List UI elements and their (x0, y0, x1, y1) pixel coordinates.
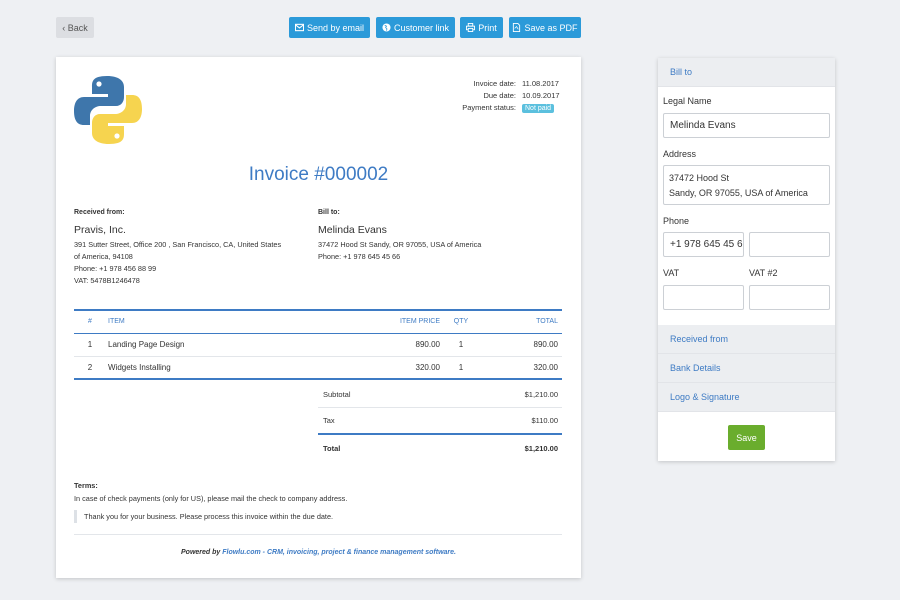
bill-to-heading: Bill to: (318, 209, 340, 216)
table-header-row: # ITEM ITEM PRICE QTY TOTAL (74, 309, 562, 334)
row-total: 320.00 (482, 356, 562, 380)
received-from-name: Pravis, Inc. (74, 224, 126, 236)
row-item: Landing Page Design (106, 333, 340, 357)
col-num: # (74, 309, 106, 334)
save-button[interactable]: Save (728, 425, 765, 450)
row-total: 890.00 (482, 333, 562, 357)
send-by-email-label: Send by email (306, 22, 365, 33)
bill-to-editor-panel: Bill to Legal Name Melinda Evans Address… (658, 58, 835, 461)
pdf-icon (513, 23, 521, 32)
send-by-email-button[interactable]: Send by email (289, 17, 370, 38)
line-items-table: # ITEM ITEM PRICE QTY TOTAL 1 Landing Pa… (74, 309, 562, 380)
powered-by-prefix: Powered by (181, 549, 223, 556)
received-from-heading: Received from: (74, 209, 125, 216)
col-total: TOTAL (482, 309, 562, 334)
row-num: 2 (74, 356, 106, 380)
thank-you-note: Thank you for your business. Please proc… (74, 510, 333, 523)
payment-status-label: Payment status: (462, 102, 516, 112)
tax-value: $110.00 (531, 416, 558, 425)
invoice-title: Invoice #000002 (248, 164, 389, 185)
legal-name-field[interactable]: Melinda Evans (663, 113, 830, 138)
subtotal-row: Subtotal $1,210.00 (318, 381, 562, 408)
terms-block: Terms: In case of check payments (only f… (74, 481, 347, 503)
print-label: Print (478, 22, 497, 33)
back-button[interactable]: ‹ Back (56, 17, 94, 38)
terms-text: In case of check payments (only for US),… (74, 494, 348, 503)
bill-to-address: 37472 Hood St Sandy, OR 97055, USA of Am… (318, 240, 482, 249)
globe-icon (382, 23, 391, 32)
received-from-address: 391 Sutter Street, Office 200 , San Fran… (74, 240, 282, 249)
legal-name-label: Legal Name (663, 96, 712, 106)
phone-field[interactable]: +1 978 645 45 66 (663, 232, 744, 257)
total-row: Total $1,210.00 (318, 435, 562, 462)
customer-link-label: Customer link (393, 22, 449, 33)
row-qty: 1 (440, 356, 482, 380)
row-num: 1 (74, 333, 106, 357)
received-from-address-cont: of America, 94108 (74, 252, 133, 261)
address-line-2: Sandy, OR 97055, USA of America (669, 188, 808, 198)
customer-link-button[interactable]: Customer link (376, 17, 455, 38)
save-as-pdf-button[interactable]: Save as PDF (509, 17, 581, 38)
section-bill-to[interactable]: Bill to (658, 58, 835, 87)
print-button[interactable]: Print (460, 17, 503, 38)
received-from-phone: Phone: +1 978 456 88 99 (74, 264, 157, 273)
received-from-vat: VAT: 5478B1246478 (74, 276, 140, 285)
row-item: Widgets Installing (106, 356, 340, 380)
save-as-pdf-label: Save as PDF (524, 22, 578, 33)
section-received-from[interactable]: Received from (658, 325, 835, 354)
col-qty: QTY (440, 309, 482, 334)
subtotal-label: Subtotal (323, 389, 351, 399)
invoice-date-label: Invoice date: (473, 78, 516, 88)
due-date-row: Due date: 10.09.2017 (462, 89, 561, 101)
tax-label: Tax (323, 416, 335, 425)
row-price: 320.00 (340, 356, 440, 380)
table-row: 1 Landing Page Design 890.00 1 890.00 (74, 333, 562, 357)
row-price: 890.00 (340, 333, 440, 357)
phone-field-2[interactable] (749, 232, 830, 257)
vat2-field[interactable] (749, 285, 830, 310)
terms-heading: Terms: (74, 481, 98, 490)
table-row: 2 Widgets Installing 320.00 1 320.00 (74, 356, 562, 380)
total-value: $1,210.00 (524, 444, 558, 453)
envelope-icon (294, 23, 304, 32)
due-date-label: Due date: (483, 90, 516, 100)
invoice-date-row: Invoice date: 11.08.2017 (462, 77, 561, 89)
bill-to-name: Melinda Evans (318, 224, 387, 236)
totals-block: Subtotal $1,210.00 Tax $110.00 Total $1,… (318, 381, 562, 462)
section-bank-details[interactable]: Bank Details (658, 354, 835, 383)
python-logo (74, 76, 142, 144)
vat2-label: VAT #2 (749, 268, 778, 278)
subtotal-value: $1,210.00 (524, 389, 558, 399)
vat-label: VAT (663, 268, 680, 278)
total-label: Total (323, 444, 341, 453)
invoice-meta: Invoice date: 11.08.2017 Due date: 10.09… (462, 77, 561, 113)
due-date-value: 10.09.2017 (522, 90, 560, 100)
powered-by-footer: Powered by Flowlu.com - CRM, invoicing, … (56, 549, 581, 556)
status-badge: Not paid (522, 103, 555, 113)
payment-status-row: Payment status: Not paid (462, 101, 561, 113)
bill-to-phone: Phone: +1 978 645 45 66 (318, 252, 401, 261)
address-textarea[interactable]: 37472 Hood St Sandy, OR 97055, USA of Am… (663, 165, 830, 205)
section-logo-signature[interactable]: Logo & Signature (658, 383, 835, 412)
received-from-block: Received from: Pravis, Inc. 391 Sutter S… (74, 209, 304, 287)
address-line-1: 37472 Hood St (669, 173, 730, 183)
row-qty: 1 (440, 333, 482, 357)
col-item: ITEM (106, 309, 340, 334)
address-label: Address (663, 149, 697, 159)
vat-field[interactable] (663, 285, 744, 310)
col-item-price: ITEM PRICE (340, 309, 440, 334)
bill-to-block: Bill to: Melinda Evans 37472 Hood St San… (318, 209, 548, 263)
invoice-document: Invoice date: 11.08.2017 Due date: 10.09… (56, 57, 581, 578)
print-icon (466, 23, 476, 32)
invoice-date-value: 11.08.2017 (522, 78, 559, 88)
phone-label: Phone (663, 216, 690, 226)
tax-row: Tax $110.00 (318, 408, 562, 435)
footer-divider (74, 534, 562, 535)
powered-by-link[interactable]: Flowlu.com - CRM, invoicing, project & f… (222, 549, 456, 556)
